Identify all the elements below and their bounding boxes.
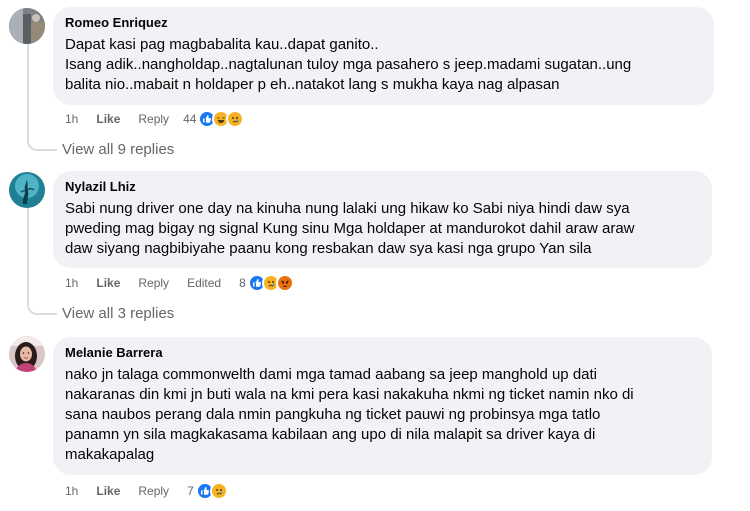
reaction-summary[interactable]: 44: [183, 110, 245, 128]
comment-text: nako jn talaga commonwelth dami mga tama…: [65, 366, 634, 463]
author-name[interactable]: Nylazil Lhiz: [65, 178, 700, 195]
reply-button[interactable]: Reply: [138, 110, 169, 128]
thread-elbow: [27, 137, 57, 151]
view-replies-link[interactable]: View all 9 replies: [62, 140, 174, 160]
comment-actions: 1h Like Reply 7: [65, 482, 228, 500]
author-name[interactable]: Romeo Enriquez: [65, 14, 702, 31]
avatar-image: [9, 172, 45, 208]
reaction-count: 7: [187, 484, 194, 498]
avatar[interactable]: [9, 8, 45, 44]
like-button[interactable]: Like: [96, 482, 120, 500]
avatar-image: [9, 336, 45, 372]
reaction-summary[interactable]: 7: [187, 482, 228, 500]
reaction-count: 8: [239, 276, 246, 290]
comment-actions: 1h Like Reply 44: [65, 110, 245, 128]
avatar-image: [9, 8, 45, 44]
thread-line: [27, 208, 29, 302]
avatar[interactable]: [9, 172, 45, 208]
comment-text: Sabi nung driver one day na kinuha nung …: [65, 200, 635, 257]
timestamp[interactable]: 1h: [65, 274, 78, 292]
sad-icon: [226, 110, 245, 128]
angry-icon: [275, 274, 294, 292]
edited-label[interactable]: Edited: [187, 274, 221, 292]
comment-text: Dapat kasi pag magbabalita kau..dapat ga…: [65, 36, 632, 93]
view-replies-link[interactable]: View all 3 replies: [62, 304, 174, 324]
thread-line: [27, 44, 29, 138]
like-button[interactable]: Like: [96, 110, 120, 128]
reply-button[interactable]: Reply: [138, 274, 169, 292]
comment-bubble: Romeo Enriquez Dapat kasi pag magbabalit…: [53, 7, 714, 105]
comment-bubble: Nylazil Lhiz Sabi nung driver one day na…: [53, 171, 712, 268]
comment-actions: 1h Like Reply Edited 8: [65, 274, 294, 292]
reply-button[interactable]: Reply: [138, 482, 169, 500]
like-button[interactable]: Like: [96, 274, 120, 292]
thread-elbow: [27, 301, 57, 315]
sad-icon: [209, 482, 228, 500]
avatar[interactable]: [9, 336, 45, 372]
reaction-count: 44: [183, 112, 197, 126]
author-name[interactable]: Melanie Barrera: [65, 344, 700, 361]
comment-bubble: Melanie Barrera nako jn talaga commonwel…: [53, 337, 712, 475]
reaction-summary[interactable]: 8: [239, 274, 294, 292]
timestamp[interactable]: 1h: [65, 110, 78, 128]
timestamp[interactable]: 1h: [65, 482, 78, 500]
